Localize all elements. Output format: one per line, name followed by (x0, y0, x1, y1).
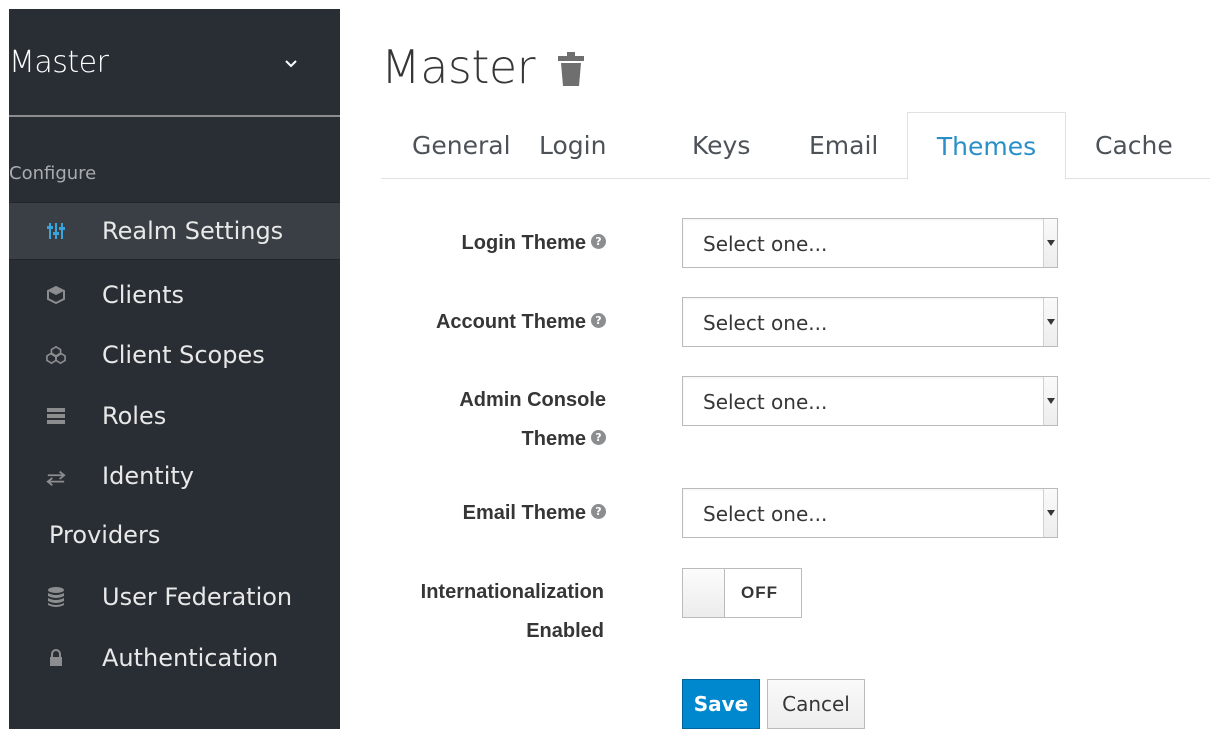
email-theme-label: Email Theme? (463, 494, 606, 533)
page-title: Master (381, 40, 536, 94)
help-icon[interactable]: ? (591, 313, 606, 329)
login-theme-value: Select one... (703, 232, 828, 256)
admin-console-theme-value: Select one... (703, 390, 828, 414)
toggle-state: OFF (741, 583, 778, 602)
help-icon[interactable]: ? (591, 430, 606, 446)
sidebar-item-label: User Federation (102, 583, 293, 611)
help-icon[interactable]: ? (591, 234, 606, 250)
tab-keys[interactable]: Keys (692, 112, 750, 179)
chevron-down-icon (285, 60, 297, 68)
exchange-icon (46, 468, 66, 488)
section-label-configure: Configure (9, 163, 97, 184)
sidebar-item-authentication[interactable]: Authentication (9, 629, 340, 687)
realm-name: Master (9, 45, 109, 80)
tab-email[interactable]: Email (809, 112, 878, 179)
help-icon[interactable]: ? (591, 504, 606, 520)
sidebar: Master Configure Realm Settings Clients … (9, 9, 340, 729)
sidebar-item-clients[interactable]: Clients (9, 266, 340, 324)
admin-console-theme-label-line1: Admin Console (459, 389, 606, 411)
trash-icon[interactable] (557, 51, 585, 87)
sidebar-item-label: Roles (102, 402, 167, 430)
sliders-icon (46, 221, 66, 241)
sidebar-item-label: Realm Settings (102, 217, 284, 245)
tab-cache[interactable]: Cache (1095, 112, 1173, 179)
cube-icon (46, 285, 66, 305)
caret-down-icon (1043, 219, 1057, 267)
sidebar-item-label: Client Scopes (102, 341, 265, 369)
save-button[interactable]: Save (682, 679, 760, 729)
sidebar-item-label: Clients (102, 281, 184, 309)
tab-themes[interactable]: Themes (907, 112, 1066, 180)
admin-console-theme-select[interactable]: Select one... (682, 376, 1058, 426)
account-theme-value: Select one... (703, 311, 828, 335)
sidebar-item-realm-settings[interactable]: Realm Settings (9, 202, 340, 260)
account-theme-select[interactable]: Select one... (682, 297, 1058, 347)
caret-down-icon (1043, 298, 1057, 346)
list-icon (46, 406, 66, 426)
internationalization-toggle[interactable]: OFF (682, 568, 802, 618)
login-theme-select[interactable]: Select one... (682, 218, 1058, 268)
caret-down-icon (1043, 377, 1057, 425)
sidebar-item-client-scopes[interactable]: Client Scopes (9, 326, 340, 384)
tab-general[interactable]: General (412, 112, 511, 179)
sidebar-item-identity-providers[interactable]: Identity Providers (9, 448, 340, 558)
cancel-button[interactable]: Cancel (767, 679, 865, 729)
sidebar-item-user-federation[interactable]: User Federation (9, 568, 340, 626)
cubes-icon (46, 345, 66, 365)
login-theme-label: Login Theme? (462, 224, 606, 263)
caret-down-icon (1043, 489, 1057, 537)
email-theme-value: Select one... (703, 502, 828, 526)
email-theme-select[interactable]: Select one... (682, 488, 1058, 538)
tab-bar: General Login Keys Email Themes Cache (381, 112, 1210, 180)
realm-selector[interactable]: Master (9, 9, 340, 117)
tab-login[interactable]: Login (539, 112, 606, 179)
sidebar-item-roles[interactable]: Roles (9, 387, 340, 445)
toggle-handle (683, 569, 725, 617)
internationalization-label-line2: Enabled (526, 620, 604, 642)
sidebar-item-label-line2: Providers (49, 521, 161, 549)
sidebar-item-label: Authentication (102, 644, 279, 672)
account-theme-label: Account Theme? (436, 303, 606, 342)
database-icon (46, 587, 66, 607)
admin-console-theme-label-line2: Theme? (522, 420, 606, 459)
sidebar-item-label: Identity (102, 462, 194, 490)
internationalization-label-line1: Internationalization (420, 581, 604, 603)
lock-icon (46, 648, 66, 668)
